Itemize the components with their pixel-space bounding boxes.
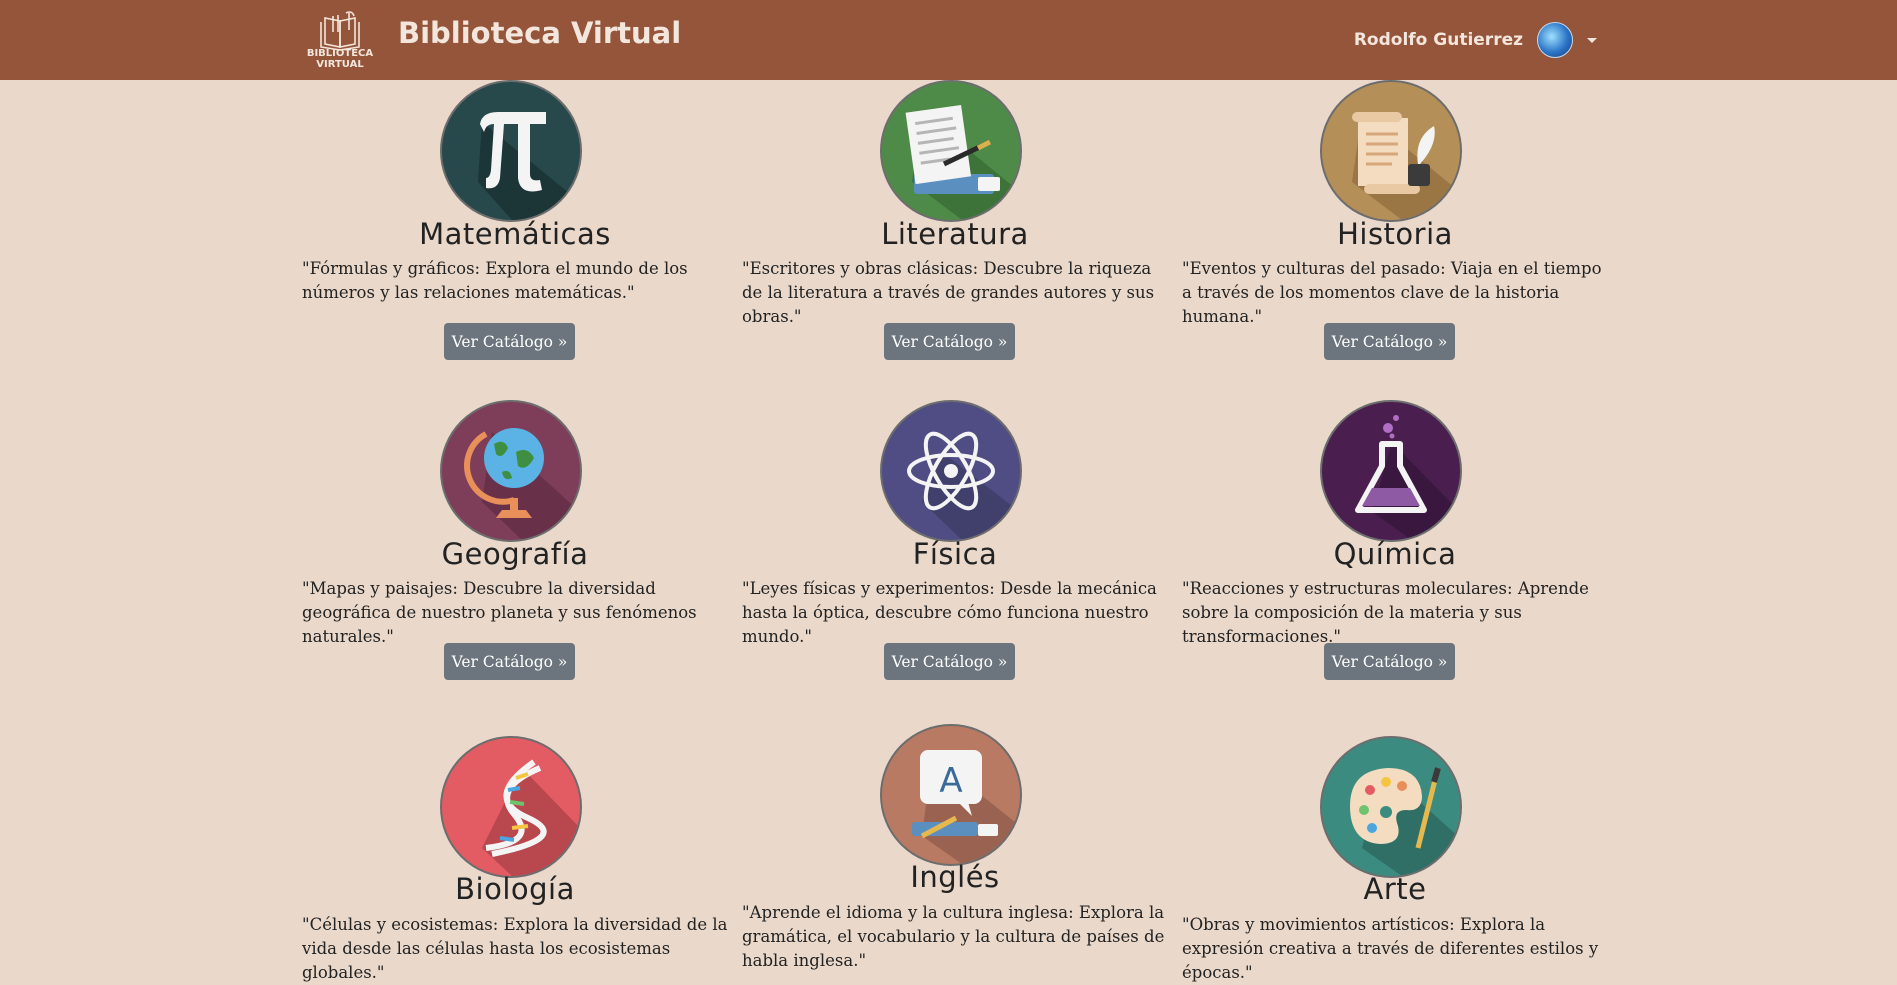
view-catalog-button[interactable]: Ver Catálogo »	[444, 643, 575, 680]
view-catalog-button[interactable]: Ver Catálogo »	[1324, 323, 1455, 360]
view-catalog-button[interactable]: Ver Catálogo »	[884, 323, 1015, 360]
catalog-description: "Fórmulas y gráficos: Explora el mundo d…	[302, 259, 688, 302]
view-catalog-button[interactable]: Ver Catálogo »	[444, 323, 575, 360]
palette-icon[interactable]	[1320, 736, 1462, 878]
view-catalog-button[interactable]: Ver Catálogo »	[1324, 643, 1455, 680]
catalog-card-arte: Arte "Obras y movimientos artísticos: Ex…	[1180, 736, 1610, 982]
catalog-description: "Mapas y paisajes: Descubre la diversida…	[302, 579, 697, 646]
svg-text:A: A	[939, 761, 962, 801]
catalog-card-geografia: Geografía "Mapas y paisajes: Descubre la…	[300, 400, 730, 700]
catalog-card-ingles: A Inglés "Aprende el idioma y la cultura…	[740, 724, 1170, 984]
navbar: BIBLIOTECA VIRTUAL Biblioteca Virtual Ro…	[0, 0, 1897, 80]
manuscript-icon[interactable]	[880, 80, 1022, 222]
globe-icon[interactable]	[440, 400, 582, 542]
dna-icon[interactable]	[440, 736, 582, 878]
catalog-card-historia: Historia "Eventos y culturas del pasado:…	[1180, 80, 1610, 380]
flask-icon[interactable]	[1320, 400, 1462, 542]
catalog-description: "Células y ecosistemas: Explora la diver…	[302, 915, 728, 982]
catalog-description: "Leyes físicas y experimentos: Desde la …	[742, 579, 1157, 646]
speech-bubble-a-icon[interactable]: A	[880, 724, 1022, 866]
app-title[interactable]: Biblioteca Virtual	[398, 16, 681, 50]
pi-icon[interactable]	[440, 80, 582, 222]
catalog-title: Arte	[1363, 872, 1427, 906]
atom-icon[interactable]	[880, 400, 1022, 542]
catalog-title: Química	[1333, 537, 1457, 571]
view-catalog-button[interactable]: Ver Catálogo »	[884, 643, 1015, 680]
catalog-card-matematicas: Matemáticas "Fórmulas y gráficos: Explor…	[300, 80, 730, 380]
scroll-quill-icon[interactable]	[1320, 80, 1462, 222]
catalog-card-quimica: Química "Reacciones y estructuras molecu…	[1180, 400, 1610, 700]
catalog-card-fisica: Física "Leyes físicas y experimentos: De…	[740, 400, 1170, 700]
catalog-description: "Eventos y culturas del pasado: Viaja en…	[1182, 259, 1602, 326]
catalog-description: "Escritores y obras clásicas: Descubre l…	[742, 259, 1155, 326]
catalog-title: Biología	[455, 872, 575, 906]
catalog-description: "Reacciones y estructuras moleculares: A…	[1182, 579, 1589, 646]
catalog-title: Literatura	[881, 217, 1029, 251]
avatar[interactable]	[1537, 22, 1573, 58]
catalog-title: Historia	[1337, 217, 1453, 251]
catalog-title: Matemáticas	[419, 217, 611, 251]
user-name: Rodolfo Gutierrez	[1353, 30, 1523, 50]
catalog-title: Inglés	[910, 860, 1000, 894]
user-menu[interactable]: Rodolfo Gutierrez	[1354, 22, 1597, 58]
catalog-card-literatura: Literatura "Escritores y obras clásicas:…	[740, 80, 1170, 380]
catalog-title: Física	[912, 537, 998, 571]
chevron-down-icon[interactable]	[1587, 37, 1597, 43]
logo-text: BIBLIOTECA VIRTUAL	[306, 48, 374, 70]
catalog-description: "Obras y movimientos artísticos: Explora…	[1182, 915, 1599, 982]
catalog-title: Geografía	[441, 537, 589, 571]
catalog-description: "Aprende el idioma y la cultura inglesa:…	[742, 903, 1165, 970]
logo[interactable]: BIBLIOTECA VIRTUAL	[305, 10, 375, 70]
catalog-card-biologia: Biología "Células y ecosistemas: Explora…	[300, 736, 730, 982]
